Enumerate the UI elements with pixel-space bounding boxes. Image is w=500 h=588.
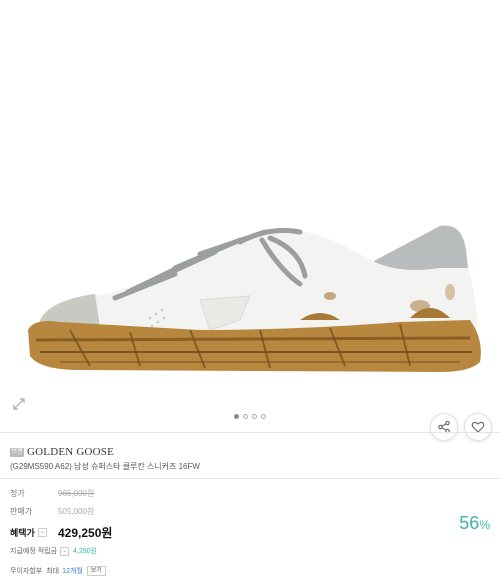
installment-view-button[interactable]: 보기: [86, 566, 106, 576]
wishlist-button[interactable]: [464, 413, 492, 441]
gallery-dot[interactable]: [261, 414, 266, 419]
divider: [0, 432, 500, 433]
brand-name[interactable]: GOLDEN GOOSE: [27, 446, 114, 458]
installment-pre: 최대: [46, 568, 60, 575]
discount-rate: 56%: [459, 513, 490, 534]
list-price-row: 정가 966,000원: [10, 488, 94, 499]
points-row: 지급예정 적립금 ⌄ 4,290원: [10, 546, 97, 556]
brand-row[interactable]: 브랜드 GOLDEN GOOSE: [10, 446, 114, 464]
chevron-down-icon[interactable]: ⌄: [37, 528, 47, 537]
sneaker-illustration: [28, 225, 481, 372]
points-label: 지급예정 적립금: [10, 548, 58, 555]
chevron-down-icon[interactable]: ⌄: [60, 546, 70, 556]
product-image[interactable]: [0, 0, 500, 430]
product-name: (G29MS590 A62) 남성 슈퍼스타 클루칸 스니커즈 16FW: [10, 462, 200, 471]
sale-price: 505,000원: [58, 507, 95, 516]
list-price: 966,000원: [58, 489, 95, 498]
installment-row: 무이자할부 최대 12개월 보기: [10, 566, 106, 576]
gallery-dot[interactable]: [252, 414, 257, 419]
gallery-dot[interactable]: [243, 414, 248, 419]
expand-icon[interactable]: [10, 397, 28, 415]
divider: [0, 478, 500, 479]
discount-value: 56: [459, 513, 480, 533]
sale-price-row: 판매가 505,000원: [10, 506, 94, 517]
installment-months: 12개월: [62, 568, 83, 575]
gallery-pagination: [0, 414, 500, 419]
benefit-price-label: 혜택가: [10, 528, 35, 538]
list-price-label: 정가: [10, 489, 25, 498]
gallery-dot[interactable]: [234, 414, 239, 419]
sale-price-label: 판매가: [10, 507, 33, 516]
benefit-toggle[interactable]: 혜택가 ⌄: [10, 526, 58, 539]
benefit-price: 429,250원: [58, 526, 113, 540]
installment-label: 무이자할부: [10, 568, 43, 575]
benefit-price-row: 혜택가 ⌄ 429,250원: [10, 524, 112, 541]
share-button[interactable]: [430, 413, 458, 441]
brand-badge-icon: 브랜드: [10, 447, 24, 464]
discount-unit: %: [479, 518, 490, 532]
points-value: 4,290원: [73, 548, 97, 555]
